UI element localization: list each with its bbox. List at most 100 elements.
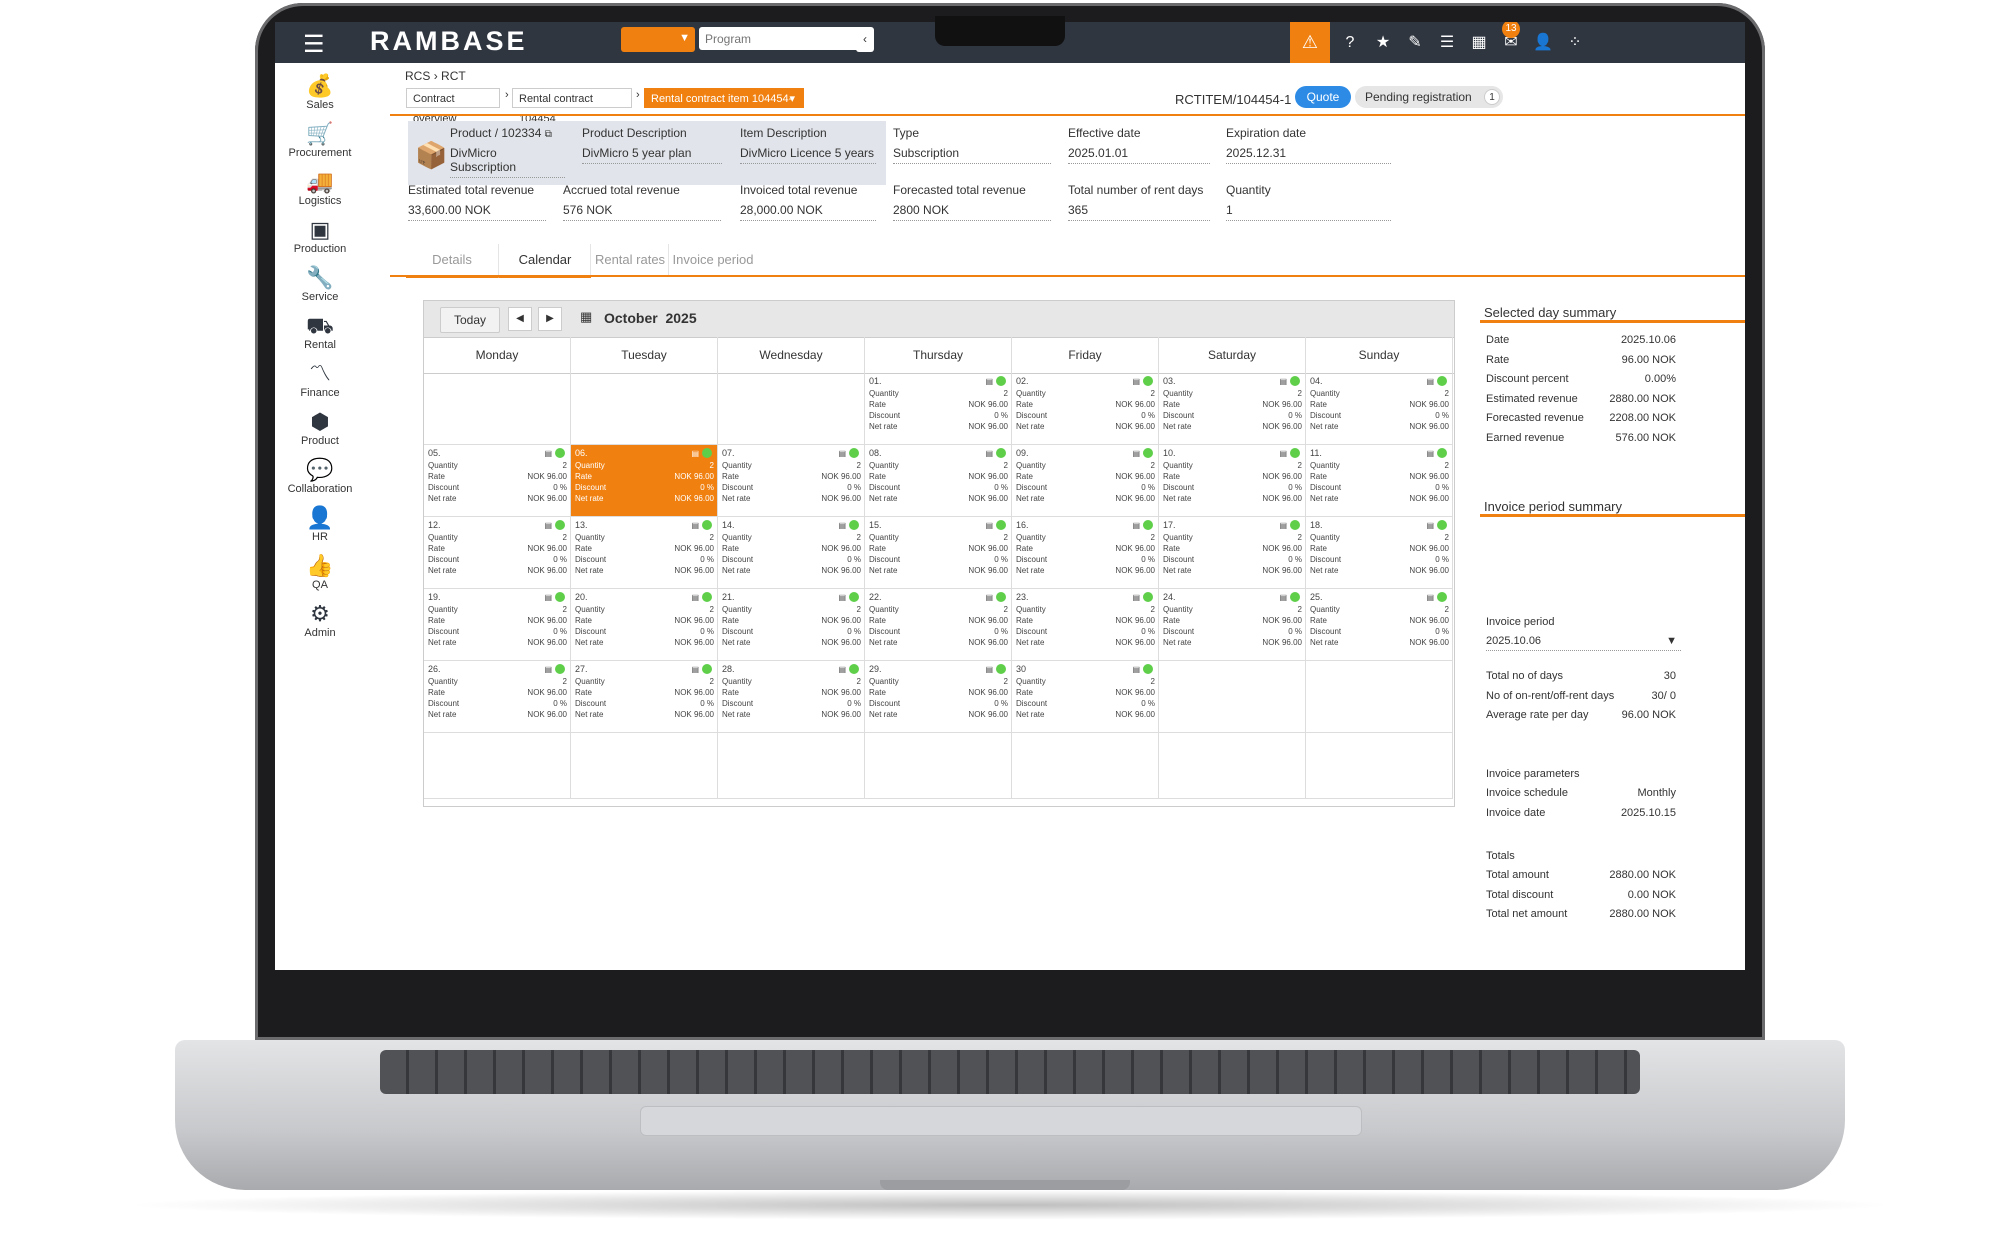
calendar-day[interactable]: 19. ▤ Quantity 2 Rate NOK 96.00 Discount 0 % Net… <box>424 589 571 661</box>
document-icon[interactable]: ▤ <box>1279 521 1287 530</box>
open-link-icon[interactable]: ⧉ <box>545 129 552 140</box>
apps-icon[interactable]: ⁘ <box>1555 22 1595 63</box>
document-icon[interactable]: ▤ <box>1279 449 1287 458</box>
document-icon[interactable]: ▤ <box>1426 449 1434 458</box>
calendar-day[interactable]: 08. ▤ Quantity 2 Rate NOK 96.00 Discount 0 % Net… <box>865 445 1012 517</box>
calendar-day[interactable]: 10. ▤ Quantity 2 Rate NOK 96.00 Discount 0 % Net… <box>1159 445 1306 517</box>
calendar-day[interactable]: 14. ▤ Quantity 2 Rate NOK 96.00 Discount 0 % Net… <box>718 517 865 589</box>
calendar-day[interactable]: 15. ▤ Quantity 2 Rate NOK 96.00 Discount 0 % Net… <box>865 517 1012 589</box>
sidebar-item-service[interactable]: 🔧 Service <box>275 265 365 303</box>
document-icon[interactable]: ▤ <box>838 665 846 674</box>
calendar-day[interactable]: 27. ▤ Quantity 2 Rate NOK 96.00 Discount 0 % Net… <box>571 661 718 733</box>
document-icon[interactable]: ▤ <box>1426 593 1434 602</box>
calendar-day[interactable]: 09. ▤ Quantity 2 Rate NOK 96.00 Discount 0 % Net… <box>1012 445 1159 517</box>
document-icon[interactable]: ▤ <box>985 593 993 602</box>
field-value[interactable]: 1 <box>1226 203 1391 221</box>
warning-icon[interactable]: ⚠ <box>1290 22 1330 63</box>
document-icon[interactable]: ▤ <box>544 665 552 674</box>
calendar-day[interactable]: 11. ▤ Quantity 2 Rate NOK 96.00 Discount 0 % Net… <box>1306 445 1453 517</box>
product-value[interactable]: DivMicro Subscription <box>450 146 565 178</box>
calendar-day[interactable]: 04. ▤ Quantity 2 Rate NOK 96.00 Discount 0 % Net… <box>1306 373 1453 445</box>
field-value[interactable]: DivMicro 5 year plan <box>582 146 722 164</box>
sidebar-item-collaboration[interactable]: 💬 Collaboration <box>275 457 365 495</box>
breadcrumb-current[interactable]: RCT <box>441 69 466 83</box>
document-icon[interactable]: ▤ <box>985 449 993 458</box>
module-select[interactable]: ▼ <box>621 27 695 52</box>
sidebar-item-qa[interactable]: 👍 QA <box>275 553 365 591</box>
calendar-day[interactable]: 22. ▤ Quantity 2 Rate NOK 96.00 Discount 0 % Net… <box>865 589 1012 661</box>
calendar-day[interactable]: 16. ▤ Quantity 2 Rate NOK 96.00 Discount 0 % Net… <box>1012 517 1159 589</box>
tab-calendar[interactable]: Calendar <box>498 244 591 278</box>
calendar-day[interactable]: 05. ▤ Quantity 2 Rate NOK 96.00 Discount 0 % Net… <box>424 445 571 517</box>
document-icon[interactable]: ▤ <box>838 593 846 602</box>
program-go-button[interactable]: ‹ <box>856 27 874 52</box>
calendar-day[interactable]: 21. ▤ Quantity 2 Rate NOK 96.00 Discount 0 % Net… <box>718 589 865 661</box>
hamburger-menu-icon[interactable]: ☰ <box>303 30 325 59</box>
sidebar-item-admin[interactable]: ⚙ Admin <box>275 601 365 639</box>
document-icon[interactable]: ▤ <box>691 521 699 530</box>
crumb-rental-contract[interactable]: Rental contract 104454 <box>512 88 632 125</box>
sidebar-item-procurement[interactable]: 🛒 Procurement <box>275 121 365 159</box>
field-value[interactable]: 2025.01.01 <box>1068 146 1210 164</box>
tab-details[interactable]: Details <box>406 244 498 278</box>
calendar-day[interactable]: 24. ▤ Quantity 2 Rate NOK 96.00 Discount 0 % Net… <box>1159 589 1306 661</box>
breadcrumb-root[interactable]: RCS <box>405 69 430 83</box>
sidebar-item-rental[interactable]: ⛟ Rental <box>275 313 365 351</box>
calendar-day[interactable]: 13. ▤ Quantity 2 Rate NOK 96.00 Discount 0 % Net… <box>571 517 718 589</box>
calendar-day[interactable]: 18. ▤ Quantity 2 Rate NOK 96.00 Discount 0 % Net… <box>1306 517 1453 589</box>
calendar-day[interactable]: 30 ▤ Quantity 2 Rate NOK 96.00 Discount 0 % Net … <box>1012 661 1159 733</box>
next-month-button[interactable]: ▶ <box>538 307 562 331</box>
calendar-day[interactable]: 12. ▤ Quantity 2 Rate NOK 96.00 Discount 0 % Net… <box>424 517 571 589</box>
document-icon[interactable]: ▤ <box>544 449 552 458</box>
invoice-period-select[interactable]: 2025.10.06 ▼ <box>1486 635 1681 651</box>
document-icon[interactable]: ▤ <box>1132 449 1140 458</box>
sidebar-item-hr[interactable]: 👤 HR <box>275 505 365 543</box>
document-icon[interactable]: ▤ <box>691 449 699 458</box>
document-icon[interactable]: ▤ <box>1132 377 1140 386</box>
sidebar-item-logistics[interactable]: 🚚 Logistics <box>275 169 365 207</box>
tab-rental-rates[interactable]: Rental rates <box>590 244 669 276</box>
sidebar-item-production[interactable]: ▣ Production <box>275 217 365 255</box>
program-input[interactable] <box>699 27 863 50</box>
calendar-day[interactable]: 03. ▤ Quantity 2 Rate NOK 96.00 Discount 0 % Net… <box>1159 373 1306 445</box>
document-icon[interactable]: ▤ <box>838 449 846 458</box>
document-icon[interactable]: ▤ <box>1426 377 1434 386</box>
today-button[interactable]: Today <box>440 307 500 333</box>
document-icon[interactable]: ▤ <box>838 521 846 530</box>
document-icon[interactable]: ▤ <box>1132 665 1140 674</box>
crumb-rental-contract-item[interactable]: Rental contract item 104454-1 ▾ <box>644 88 804 125</box>
calendar-day[interactable]: 23. ▤ Quantity 2 Rate NOK 96.00 Discount 0 % Net… <box>1012 589 1159 661</box>
document-icon[interactable]: ▤ <box>544 593 552 602</box>
status-badge[interactable]: Quote <box>1295 86 1351 108</box>
calendar-day[interactable]: 02. ▤ Quantity 2 Rate NOK 96.00 Discount 0 % Net… <box>1012 373 1159 445</box>
stage-badge[interactable]: Pending registration 1 <box>1355 86 1503 108</box>
sidebar-item-sales[interactable]: 💰 Sales <box>275 73 365 111</box>
document-icon[interactable]: ▤ <box>1279 377 1287 386</box>
document-icon[interactable]: ▤ <box>1132 593 1140 602</box>
document-icon[interactable]: ▤ <box>691 593 699 602</box>
document-icon[interactable]: ▤ <box>691 665 699 674</box>
calendar-day[interactable]: 01. ▤ Quantity 2 Rate NOK 96.00 Discount 0 % Net… <box>865 373 1012 445</box>
calendar-day[interactable]: 28. ▤ Quantity 2 Rate NOK 96.00 Discount 0 % Net… <box>718 661 865 733</box>
document-icon[interactable]: ▤ <box>1279 593 1287 602</box>
field-value[interactable]: DivMicro Licence 5 years <box>740 146 876 164</box>
calendar-day[interactable]: 07. ▤ Quantity 2 Rate NOK 96.00 Discount 0 % Net… <box>718 445 865 517</box>
calendar-day[interactable]: 06. ▤ Quantity 2 Rate NOK 96.00 Discount 0 % Net… <box>571 445 718 517</box>
calendar-day[interactable]: 26. ▤ Quantity 2 Rate NOK 96.00 Discount 0 % Net… <box>424 661 571 733</box>
crumb-contract-overview[interactable]: Contract overview <box>406 88 500 125</box>
calendar-day[interactable]: 29. ▤ Quantity 2 Rate NOK 96.00 Discount 0 % Net… <box>865 661 1012 733</box>
calendar-day[interactable]: 17. ▤ Quantity 2 Rate NOK 96.00 Discount 0 % Net… <box>1159 517 1306 589</box>
document-icon[interactable]: ▤ <box>1132 521 1140 530</box>
sidebar-item-finance[interactable]: 〽 Finance <box>275 361 365 399</box>
field-value[interactable]: 2025.12.31 <box>1226 146 1391 164</box>
document-icon[interactable]: ▤ <box>985 665 993 674</box>
calendar-day[interactable]: 20. ▤ Quantity 2 Rate NOK 96.00 Discount 0 % Net… <box>571 589 718 661</box>
tab-invoice-period[interactable]: Invoice period <box>668 244 757 276</box>
calendar-day[interactable]: 25. ▤ Quantity 2 Rate NOK 96.00 Discount 0 % Net… <box>1306 589 1453 661</box>
document-icon[interactable]: ▤ <box>544 521 552 530</box>
document-icon[interactable]: ▤ <box>985 377 993 386</box>
field-value[interactable]: Subscription <box>893 146 1051 164</box>
sidebar-item-product[interactable]: ⬢ Product <box>275 409 365 447</box>
document-icon[interactable]: ▤ <box>985 521 993 530</box>
prev-month-button[interactable]: ◀ <box>508 307 532 331</box>
